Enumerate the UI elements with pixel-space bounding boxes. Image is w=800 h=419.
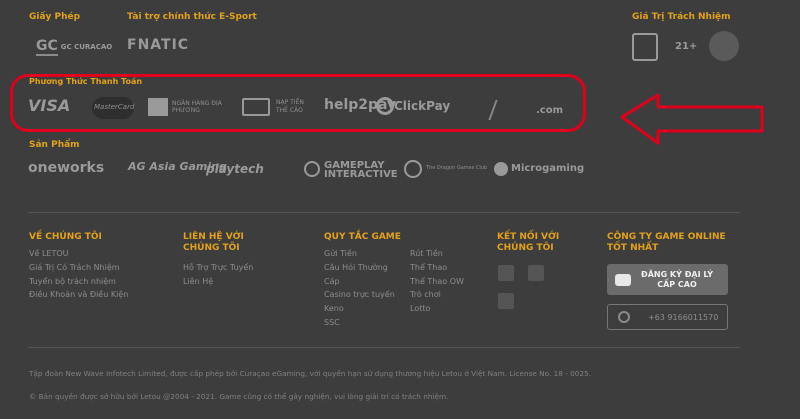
facebook-icon[interactable]: [498, 265, 514, 281]
chat-icon[interactable]: [528, 265, 544, 281]
rules-link[interactable]: SSC: [324, 316, 395, 330]
clickpay-icon: [376, 97, 394, 115]
rules-link[interactable]: Câu Hỏi Thường: [324, 261, 395, 275]
company-title: CÔNG TY GAME ONLINE TỐT NHẤT: [607, 232, 726, 253]
rules-col2: Rút Tiền Thể Thao Thể Thao OW Trò chơi L…: [410, 247, 464, 316]
phone-number: +63 9166011570: [648, 312, 719, 322]
rules-link[interactable]: Trò chơi: [410, 288, 464, 302]
contact-link[interactable]: Hỗ Trợ Trực Tuyến: [183, 261, 253, 275]
playtech-logo[interactable]: playtech: [206, 162, 264, 176]
clickpay-logo[interactable]: ClickPay: [394, 99, 450, 113]
agent-signup-label: ĐĂNG KÝ ĐẠI LÝ CẤP CAO: [640, 269, 714, 289]
skype-icon[interactable]: [498, 293, 514, 309]
about-link[interactable]: Giá Trị Có Trách Nhiệm: [29, 261, 128, 275]
microgaming-icon: [494, 162, 508, 176]
visa-logo[interactable]: VISA: [28, 96, 70, 115]
rules-link[interactable]: Casino trực tuyến: [324, 288, 395, 302]
curacao-logo-text: GC CURACAO: [60, 43, 113, 51]
phone-icon: [618, 311, 630, 323]
contact-title: LIÊN HỆ VỚI CHÚNG TÔI: [183, 232, 244, 253]
rules-link[interactable]: Gửi Tiền: [324, 247, 395, 261]
rules-link[interactable]: Lotto: [410, 302, 464, 316]
gameplay-icon: [304, 161, 320, 177]
agent-signup-button[interactable]: ĐĂNG KÝ ĐẠI LÝ CẤP CAO: [607, 264, 728, 295]
contact-links: Hỗ Trợ Trực Tuyến Liên Hệ: [183, 261, 253, 289]
copyright-text: © Bản quyền được sở hữu bởi Letou @2004 …: [29, 392, 449, 401]
gameplay-logo[interactable]: GAMEPLAY INTERACTIVE: [324, 161, 404, 180]
rules-link[interactable]: Thể Thao OW: [410, 275, 464, 289]
dragon-games-logo[interactable]: The Dragon Games Club: [426, 165, 487, 171]
age-badge: 21+: [675, 41, 698, 52]
bank-icon: [148, 98, 168, 116]
rules-link[interactable]: Thể Thao: [410, 261, 464, 275]
dragon-games-icon: [404, 160, 422, 178]
rules-link[interactable]: Cáp: [324, 275, 395, 289]
oneworks-logo[interactable]: oneworks: [28, 160, 104, 176]
card-icon: [242, 98, 270, 116]
about-links: Về LETOU Giá Trị Có Trách Nhiệm Tuyển bộ…: [29, 247, 128, 302]
mastercard-logo[interactable]: MasterCard: [92, 97, 134, 119]
about-link[interactable]: Điều Khoản và Điều Kiện: [29, 288, 128, 302]
rules-col1: Gửi Tiền Câu Hỏi Thường Cáp Casino trực …: [324, 247, 395, 330]
curacao-logo[interactable]: GC GC CURACAO: [36, 34, 112, 60]
red-arrow-left-icon: [620, 93, 764, 145]
fnatic-logo[interactable]: FNATIC: [127, 37, 189, 53]
scratch-card-logo[interactable]: NẠP TIỀN THẺ CÀO: [276, 99, 316, 115]
rules-title: QUY TẮC GAME: [324, 232, 401, 242]
sponsor-title: Tài trợ chính thức E-Sport: [127, 12, 257, 22]
phone-box[interactable]: +63 9166011570: [607, 304, 728, 330]
licenses-title: Giấy Phép: [29, 12, 81, 22]
legal-text: Tập đoàn New Wave Infotech Limited, được…: [29, 369, 592, 378]
dotcom-logo[interactable]: .com: [536, 105, 563, 116]
rules-link[interactable]: Keno: [324, 302, 395, 316]
about-title: VỀ CHÚNG TÔI: [29, 232, 102, 242]
about-link[interactable]: Về LETOU: [29, 247, 128, 261]
stop-hand-icon: [709, 31, 739, 61]
gamcare-icon[interactable]: [632, 33, 658, 61]
about-link[interactable]: Tuyển bộ trách nhiệm: [29, 275, 128, 289]
handshake-icon: [615, 273, 631, 286]
products-title: Sản Phẩm: [29, 140, 80, 150]
rules-link[interactable]: Rút Tiền: [410, 247, 464, 261]
mastercard-label: MasterCard: [94, 103, 135, 111]
divider-top: [28, 212, 740, 213]
connect-title: KẾT NỐI VỚI CHÚNG TÔI: [497, 232, 560, 253]
microgaming-logo[interactable]: Microgaming: [511, 163, 584, 174]
responsible-title: Giá Trị Trách Nhiệm: [632, 12, 731, 22]
contact-link[interactable]: Liên Hệ: [183, 275, 253, 289]
divider-bottom: [28, 347, 740, 348]
gc-curacao-icon: GC: [36, 38, 58, 56]
local-bank-logo[interactable]: NGÂN HÀNG ĐỊA PHƯƠNG: [172, 100, 232, 114]
